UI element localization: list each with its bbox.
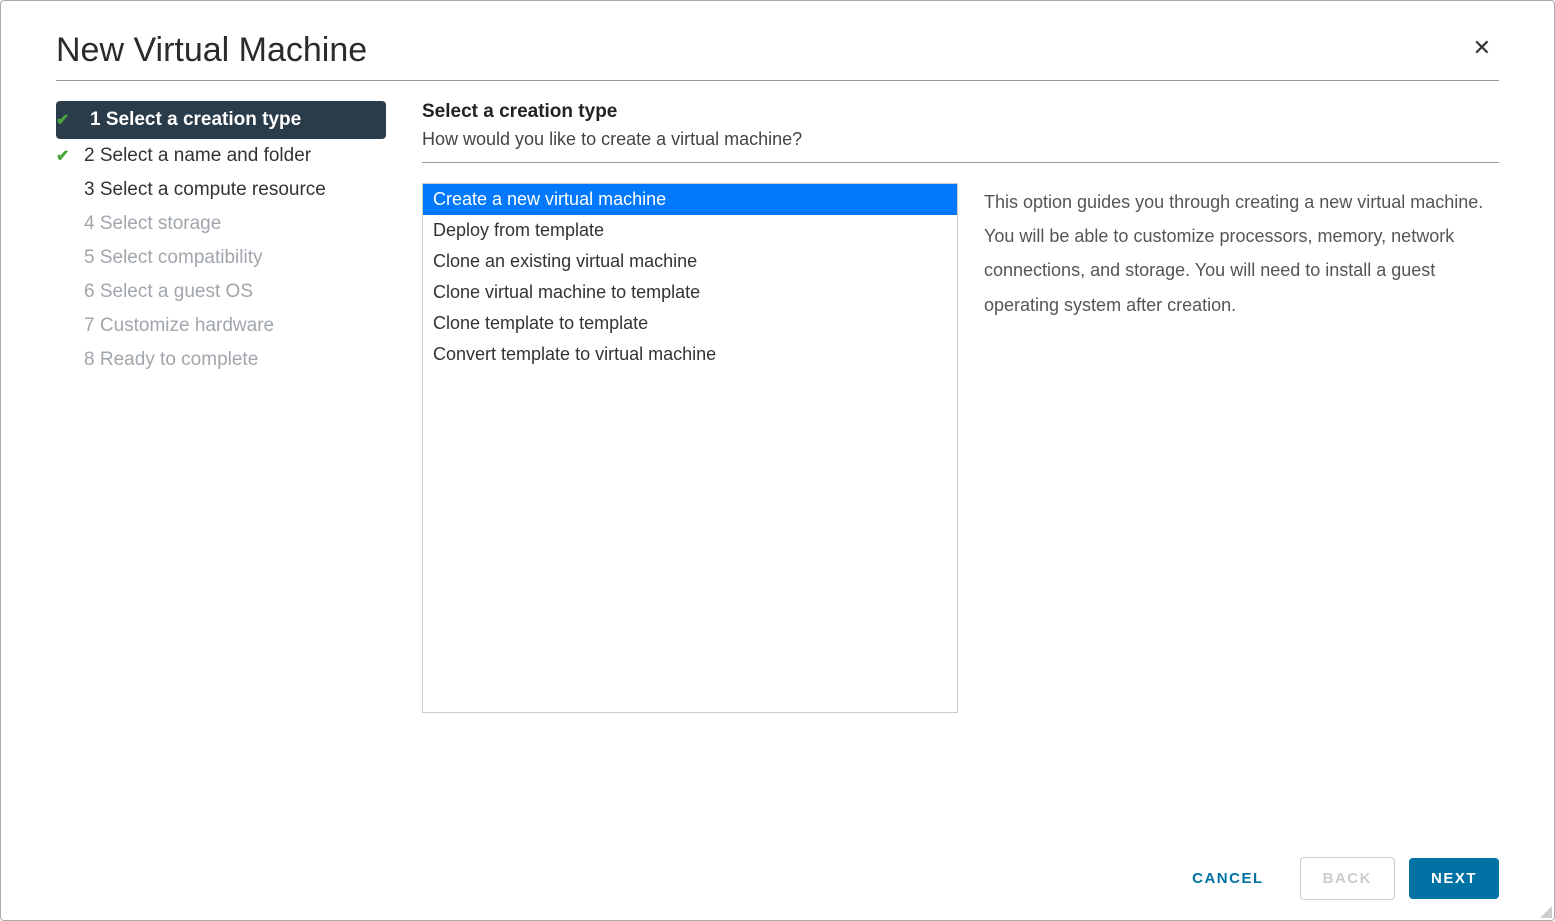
wizard-step-label: 1 Select a creation type — [84, 107, 376, 133]
wizard-step-label: 4 Select storage — [84, 213, 376, 235]
creation-type-listbox[interactable]: Create a new virtual machineDeploy from … — [422, 183, 958, 713]
wizard-step-1[interactable]: ✔1 Select a creation type — [56, 101, 386, 139]
dialog-footer: CANCEL BACK NEXT — [56, 827, 1499, 900]
wizard-step-7: 7 Customize hardware — [56, 309, 386, 343]
wizard-step-2[interactable]: ✔2 Select a name and folder — [56, 139, 386, 173]
wizard-step-label: 8 Ready to complete — [84, 349, 376, 371]
close-icon[interactable]: ✕ — [1465, 31, 1499, 65]
next-button[interactable]: NEXT — [1409, 858, 1499, 899]
creation-option[interactable]: Clone an existing virtual machine — [423, 246, 957, 277]
wizard-step-label: 6 Select a guest OS — [84, 281, 376, 303]
wizard-steps: ✔1 Select a creation type✔2 Select a nam… — [56, 101, 386, 827]
wizard-step-6: 6 Select a guest OS — [56, 275, 386, 309]
creation-option[interactable]: Create a new virtual machine — [423, 184, 957, 215]
panel-header: Select a creation type How would you lik… — [422, 101, 1499, 163]
wizard-step-label: 5 Select compatibility — [84, 247, 376, 269]
creation-option[interactable]: Convert template to virtual machine — [423, 339, 957, 370]
options-scroll[interactable]: Create a new virtual machineDeploy from … — [423, 184, 957, 712]
wizard-step-4: 4 Select storage — [56, 207, 386, 241]
creation-option[interactable]: Clone virtual machine to template — [423, 277, 957, 308]
panel-subtitle: How would you like to create a virtual m… — [422, 129, 1499, 150]
wizard-step-label: 7 Customize hardware — [84, 315, 376, 337]
dialog-header: New Virtual Machine ✕ — [56, 31, 1499, 81]
wizard-step-label: 2 Select a name and folder — [84, 145, 376, 167]
panel-content: Create a new virtual machineDeploy from … — [422, 183, 1499, 827]
check-icon: ✔ — [56, 110, 84, 130]
creation-option[interactable]: Clone template to template — [423, 308, 957, 339]
wizard-step-8: 8 Ready to complete — [56, 343, 386, 377]
resize-handle-icon[interactable] — [1540, 906, 1552, 918]
back-button: BACK — [1300, 857, 1395, 900]
check-icon: ✔ — [56, 146, 84, 166]
main-panel: Select a creation type How would you lik… — [422, 101, 1499, 827]
cancel-button[interactable]: CANCEL — [1170, 858, 1286, 899]
wizard-step-label: 3 Select a compute resource — [84, 179, 376, 201]
dialog-title: New Virtual Machine — [56, 31, 367, 70]
option-description: This option guides you through creating … — [984, 183, 1499, 827]
panel-title: Select a creation type — [422, 101, 1499, 123]
new-vm-dialog: New Virtual Machine ✕ ✔1 Select a creati… — [0, 0, 1555, 921]
wizard-step-3[interactable]: 3 Select a compute resource — [56, 173, 386, 207]
wizard-step-5: 5 Select compatibility — [56, 241, 386, 275]
creation-option[interactable]: Deploy from template — [423, 215, 957, 246]
dialog-body: ✔1 Select a creation type✔2 Select a nam… — [56, 101, 1499, 827]
